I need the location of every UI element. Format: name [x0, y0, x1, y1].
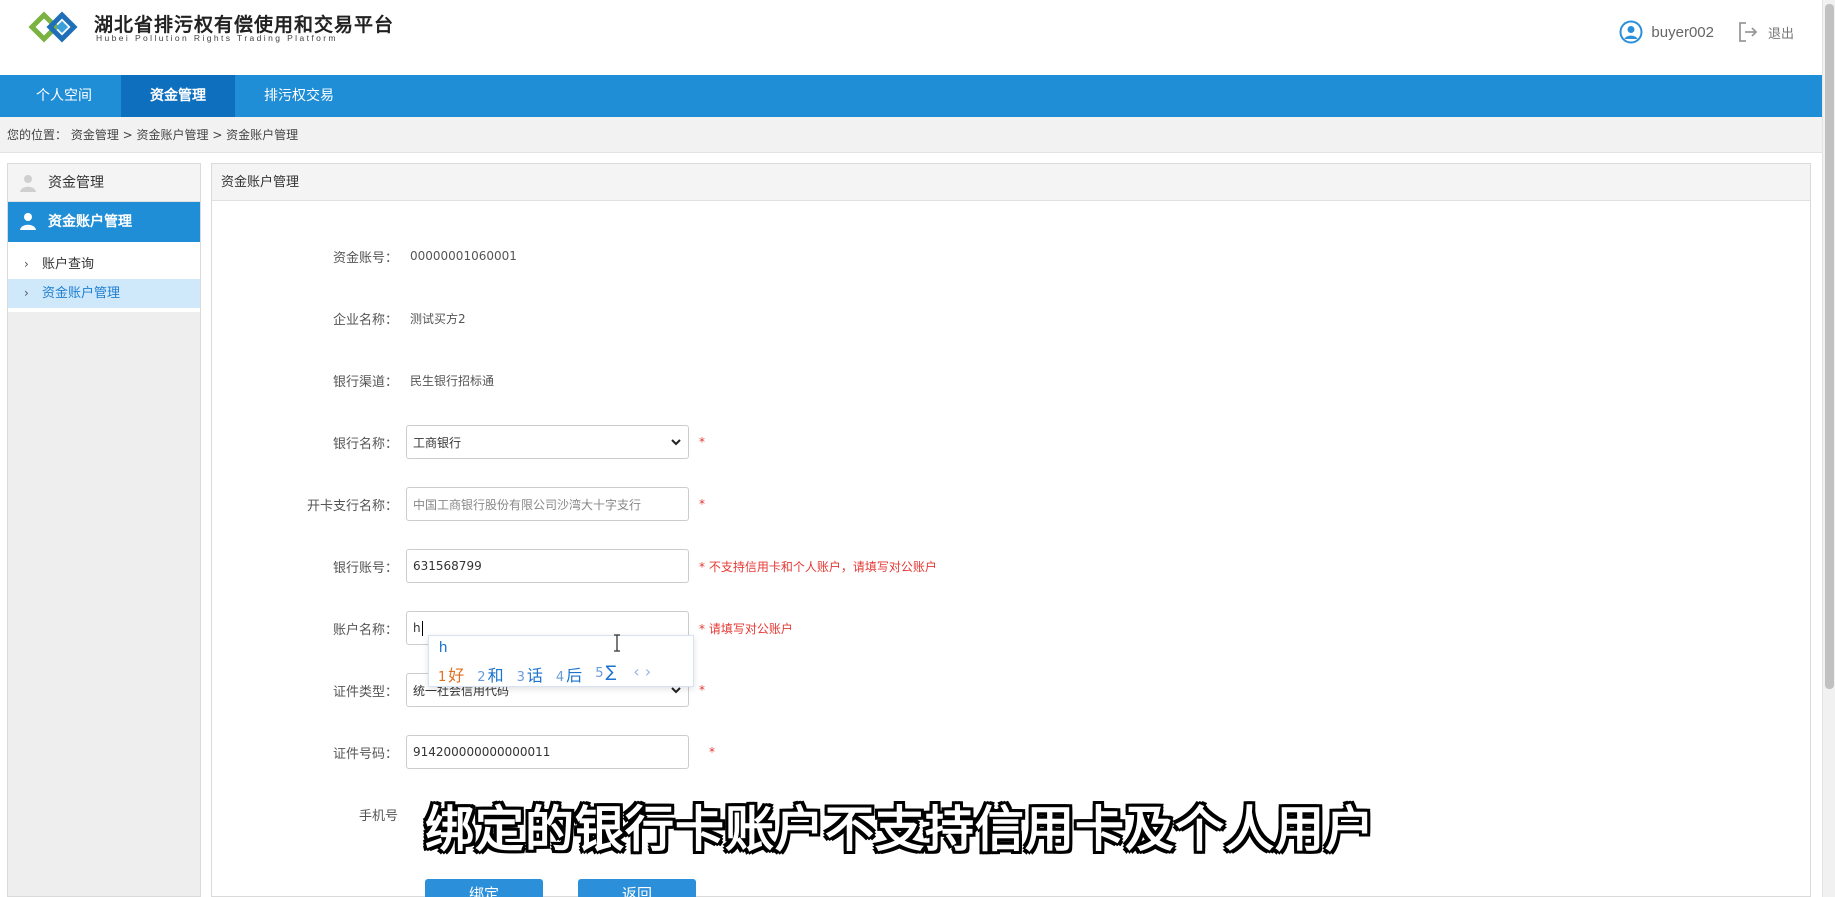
value-account-no: 00000001060001: [410, 249, 517, 263]
row-bank-account: 银行账号： 631568799 * 不支持信用卡和个人账户，请填写对公账户: [211, 549, 937, 583]
text-caret: [421, 620, 423, 636]
ime-candidates: 1好 2和 3话 4后 5 ∑ ‹ ›: [438, 662, 651, 686]
ime-candidate-text: 和: [487, 666, 504, 685]
account-name-hint: * 请填写对公账户: [699, 621, 793, 636]
ime-page-arrows[interactable]: ‹ ›: [633, 662, 651, 686]
bank-name-selected: 工商银行: [413, 435, 462, 450]
user-icon[interactable]: [1619, 20, 1643, 44]
label-company: 企业名称：: [332, 312, 398, 328]
ime-candidate-text: 话: [526, 666, 543, 685]
scrollbar-thumb[interactable]: [1825, 4, 1834, 689]
platform-logo: [28, 11, 78, 43]
breadcrumb: 您的位置： 资金管理 > 资金账户管理 > 资金账户管理: [0, 117, 1822, 153]
ime-composition: h: [439, 639, 448, 656]
sidebar-section-label: 资金管理: [48, 175, 104, 191]
label-cert-no: 证件号码：: [332, 746, 398, 762]
label-account-no: 资金账号：: [332, 250, 398, 266]
row-account-no: 资金账号： 00000001060001: [211, 239, 517, 273]
chevron-right-icon: ›: [24, 286, 29, 300]
branch-name-input[interactable]: 中国工商银行股份有限公司沙湾大十字支行: [406, 487, 689, 521]
ime-candidate-number: 2: [477, 670, 486, 685]
label-cert-type: 证件类型：: [332, 684, 398, 700]
row-phone: 手机号: [211, 797, 406, 831]
ime-candidate-number: 3: [516, 670, 525, 685]
chevron-right-icon: ›: [24, 257, 29, 271]
sidebar-item-account-query[interactable]: › 账户查询: [8, 250, 200, 279]
main-panel: 资金账户管理: [211, 163, 1811, 897]
ime-candidate-5[interactable]: 5 ∑: [595, 662, 616, 686]
account-name-value: h: [413, 621, 421, 635]
ime-candidate-popup: h 1好 2和 3话 4后 5 ∑ ‹ ›: [428, 635, 694, 687]
required-mark: *: [699, 497, 705, 511]
bank-account-input[interactable]: 631568799: [406, 549, 689, 583]
row-branch: 开卡支行名称： 中国工商银行股份有限公司沙湾大十字支行 *: [211, 487, 705, 521]
user-area: buyer002 退出: [1619, 20, 1794, 44]
ime-candidate-text: 后: [566, 666, 583, 685]
ime-candidate-1[interactable]: 1好: [438, 662, 464, 686]
row-channel: 银行渠道： 民生银行招标通: [211, 363, 494, 397]
sidebar-item-label: 资金账户管理: [42, 286, 121, 301]
ibeam-cursor-icon: [614, 634, 620, 652]
row-bank-name: 银行名称： 工商银行 *: [211, 425, 705, 459]
user-silhouette-icon: [20, 213, 36, 230]
value-channel: 民生银行招标通: [410, 373, 495, 388]
ime-candidate-2[interactable]: 2和: [477, 662, 503, 686]
ime-candidate-3[interactable]: 3话: [517, 662, 543, 686]
required-mark: *: [699, 435, 705, 449]
user-silhouette-icon: [20, 175, 36, 192]
bank-account-hint: * 不支持信用卡和个人账户，请填写对公账户: [699, 559, 937, 574]
logout-link[interactable]: 退出: [1768, 23, 1794, 42]
back-button[interactable]: 返回: [578, 879, 696, 897]
label-bank-account: 银行账号：: [332, 560, 398, 576]
platform-subtitle: Hubei Pollution Rights Trading Platform: [96, 33, 338, 43]
branch-name-value: 中国工商银行股份有限公司沙湾大十字支行: [413, 497, 642, 512]
sidebar-item-label: 账户查询: [42, 257, 95, 272]
bank-account-value: 631568799: [413, 559, 482, 573]
nav-fund-management[interactable]: 资金管理: [121, 75, 235, 117]
label-channel: 银行渠道：: [332, 374, 398, 390]
bank-name-select[interactable]: 工商银行: [406, 425, 689, 459]
sidebar-list: › 账户查询 › 资金账户管理: [8, 242, 200, 312]
required-mark: *: [699, 683, 705, 697]
label-branch: 开卡支行名称：: [306, 498, 398, 514]
row-company: 企业名称： 测试买方2: [211, 301, 466, 335]
username[interactable]: buyer002: [1651, 24, 1714, 41]
row-cert-no: 证件号码： 914200000000000011 *: [211, 735, 715, 769]
sidebar-active-label: 资金账户管理: [48, 214, 132, 230]
ime-candidate-number: 4: [555, 670, 565, 685]
sidebar-section-header[interactable]: 资金管理: [8, 164, 200, 202]
panel-title: 资金账户管理: [212, 164, 1810, 201]
value-company: 测试买方2: [410, 311, 466, 326]
required-mark: *: [709, 745, 715, 759]
page-scrollbar[interactable]: [1822, 0, 1835, 897]
bind-button[interactable]: 绑定: [425, 879, 543, 897]
chevron-down-icon: [671, 439, 681, 446]
main-nav: 个人空间 资金管理 排污权交易: [0, 75, 1822, 117]
cert-no-value: 914200000000000011: [413, 745, 551, 759]
ime-candidate-text: ∑: [605, 662, 617, 681]
logout-icon[interactable]: [1736, 20, 1760, 44]
label-phone: 手机号: [358, 808, 398, 824]
header: 湖北省排污权有偿使用和交易平台 Hubei Pollution Rights T…: [0, 0, 1822, 75]
cert-no-input[interactable]: 914200000000000011: [406, 735, 689, 769]
ime-candidate-4[interactable]: 4后: [556, 662, 582, 686]
sidebar-active-group[interactable]: 资金账户管理: [8, 202, 200, 242]
label-bank-name: 银行名称：: [332, 436, 398, 452]
nav-emission-trading[interactable]: 排污权交易: [235, 75, 363, 117]
ime-candidate-number: 5: [595, 666, 604, 681]
sidebar: 资金管理 资金账户管理 › 账户查询 › 资金账户管理: [7, 163, 201, 897]
nav-personal-space[interactable]: 个人空间: [0, 75, 121, 117]
label-account-name: 账户名称：: [332, 622, 398, 638]
sidebar-item-fund-account-management[interactable]: › 资金账户管理: [8, 279, 200, 308]
page: 湖北省排污权有偿使用和交易平台 Hubei Pollution Rights T…: [0, 0, 1835, 897]
ime-candidate-text: 好: [448, 666, 465, 685]
ime-candidate-number: 1: [438, 670, 447, 685]
